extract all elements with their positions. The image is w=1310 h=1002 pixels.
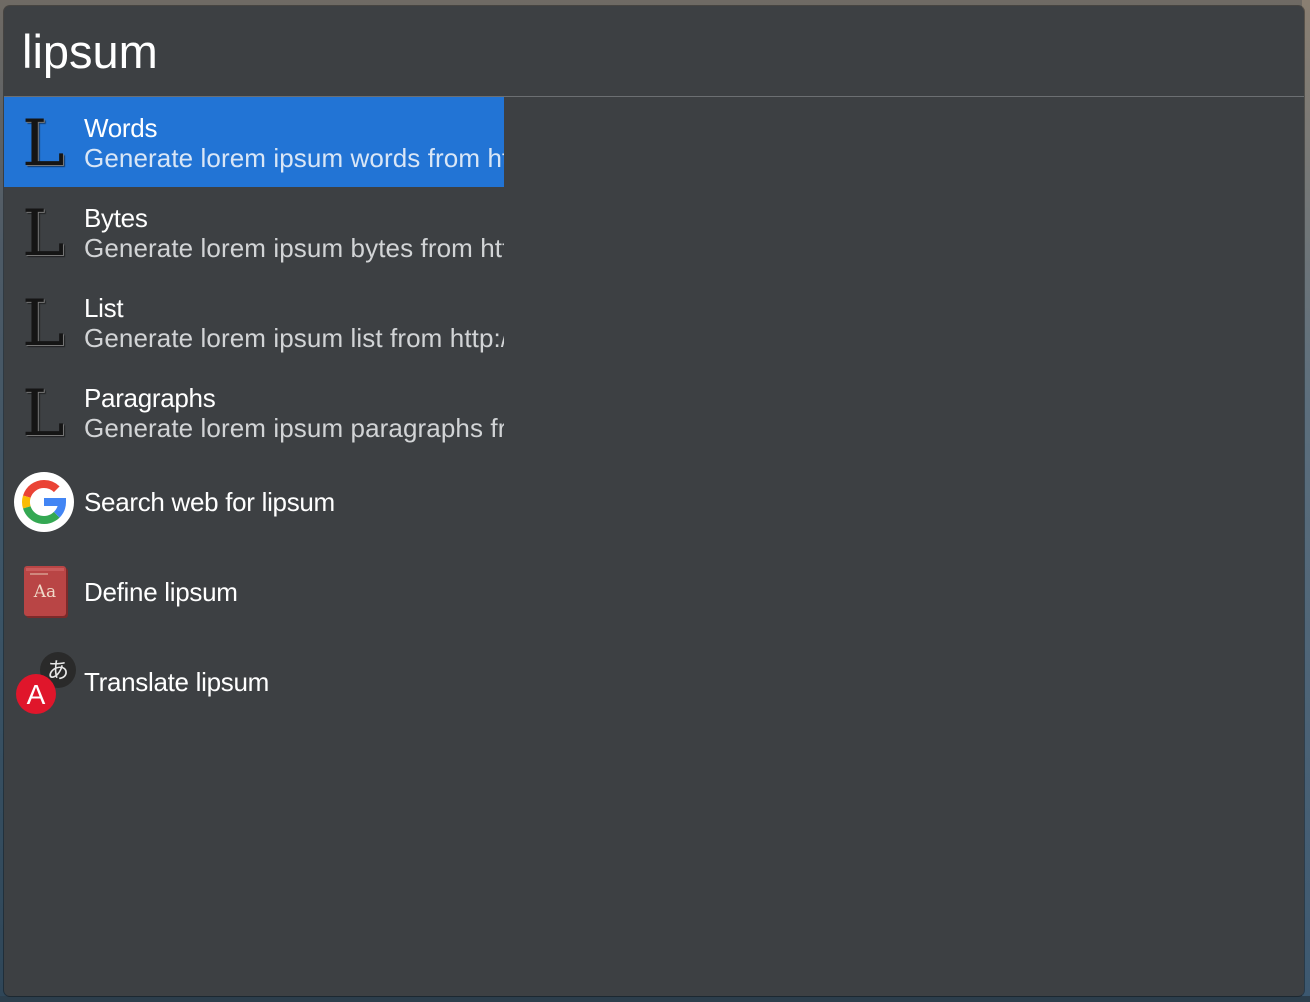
result-item-bytes[interactable]: L Bytes Generate lorem ipsum bytes from …	[4, 187, 504, 277]
desktop-background-bottom	[0, 996, 1310, 1002]
dictionary-icon: Aa	[14, 562, 74, 622]
svg-text:Aa: Aa	[33, 582, 56, 602]
lipsum-l-icon: L	[22, 107, 65, 181]
result-item-words[interactable]: L Words Generate lorem ipsum words from …	[4, 97, 504, 187]
google-icon	[14, 472, 74, 532]
launcher-window: L Words Generate lorem ipsum words from …	[4, 6, 1304, 996]
result-title: Paragraphs	[84, 383, 216, 413]
search-input[interactable]	[22, 20, 1262, 82]
result-title: Translate lipsum	[84, 667, 269, 697]
search-bar	[4, 6, 1304, 97]
result-item-search-web[interactable]: Search web for lipsum	[4, 457, 504, 547]
result-item-define[interactable]: Aa Define lipsum	[4, 547, 504, 637]
result-item-translate[interactable]: あ A Translate lipsum	[4, 637, 504, 727]
translate-icon: あ A	[14, 652, 76, 714]
result-title: Bytes	[84, 203, 148, 233]
result-text: Bytes Generate lorem ipsum bytes from ht…	[84, 203, 504, 263]
result-subtitle: Generate lorem ipsum paragraphs from htt…	[84, 413, 504, 443]
lipsum-l-icon: L	[22, 287, 65, 361]
result-subtitle: Generate lorem ipsum words from http://w…	[84, 143, 504, 173]
result-item-list[interactable]: L List Generate lorem ipsum list from ht…	[4, 277, 504, 367]
result-text: Words Generate lorem ipsum words from ht…	[84, 113, 504, 173]
result-title: Search web for lipsum	[84, 487, 335, 517]
result-item-paragraphs[interactable]: L Paragraphs Generate lorem ipsum paragr…	[4, 367, 504, 457]
lipsum-l-icon: L	[22, 197, 65, 271]
lipsum-l-icon: L	[22, 377, 65, 451]
result-title: Define lipsum	[84, 577, 238, 607]
result-subtitle: Generate lorem ipsum list from http://ww…	[84, 323, 504, 353]
result-title: Words	[84, 113, 158, 143]
svg-text:A: A	[27, 679, 46, 710]
result-subtitle: Generate lorem ipsum bytes from http://w…	[84, 233, 504, 263]
result-text: Paragraphs Generate lorem ipsum paragrap…	[84, 383, 504, 443]
result-text: List Generate lorem ipsum list from http…	[84, 293, 504, 353]
results-list: L Words Generate lorem ipsum words from …	[4, 97, 504, 727]
result-title: List	[84, 293, 124, 323]
